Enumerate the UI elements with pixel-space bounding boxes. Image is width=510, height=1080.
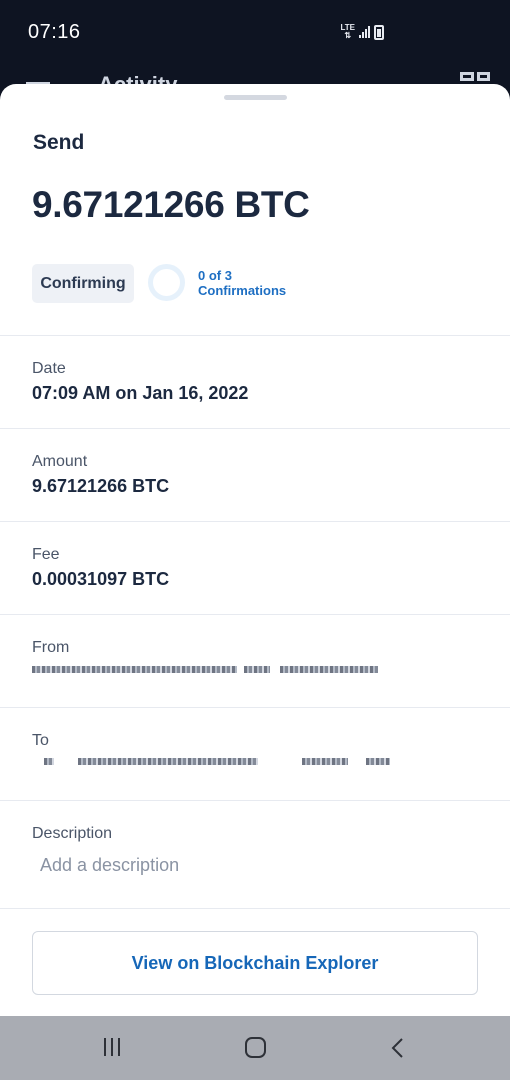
date-label: Date — [32, 360, 66, 377]
view-on-explorer-button[interactable]: View on Blockchain Explorer — [32, 931, 478, 995]
sheet-drag-handle[interactable] — [224, 95, 287, 100]
status-time: 07:16 — [28, 20, 81, 43]
from-address-redacted — [32, 666, 378, 680]
back-icon[interactable] — [386, 1036, 410, 1060]
divider — [0, 614, 510, 615]
divider — [0, 428, 510, 429]
amount-label: Amount — [32, 453, 88, 470]
description-input[interactable]: Add a description — [40, 855, 179, 876]
lte-icon: LTE ⇅ — [340, 23, 355, 40]
divider — [0, 800, 510, 801]
divider — [0, 335, 510, 336]
home-icon[interactable] — [245, 1037, 266, 1058]
description-label: Description — [32, 825, 113, 842]
divider — [0, 521, 510, 522]
fee-label: Fee — [32, 546, 60, 563]
confirmation-progress-ring — [148, 264, 185, 301]
system-nav-bar — [0, 1016, 510, 1080]
transaction-type: Send — [33, 131, 85, 154]
transaction-amount: 9.67121266 BTC — [32, 184, 310, 225]
divider — [0, 707, 510, 708]
to-label: To — [32, 732, 49, 749]
date-value: 07:09 AM on Jan 16, 2022 — [32, 383, 249, 403]
battery-charging-icon — [374, 24, 384, 40]
to-address-redacted — [32, 758, 390, 772]
status-icons: LTE ⇅ — [340, 24, 384, 40]
status-badge: Confirming — [32, 264, 134, 303]
amount-value: 9.67121266 BTC — [32, 476, 170, 496]
fee-value: 0.00031097 BTC — [32, 569, 170, 589]
divider — [0, 908, 510, 909]
confirmation-count-value: 0 of 3 — [198, 268, 232, 283]
status-bar: 07:16 LTE ⇅ — [0, 0, 510, 64]
confirmation-count: 0 of 3 Confirmations — [198, 268, 286, 298]
confirmation-count-label: Confirmations — [198, 283, 287, 298]
recents-icon[interactable] — [104, 1038, 120, 1056]
from-label: From — [32, 639, 70, 656]
signal-icon — [359, 26, 370, 38]
transaction-detail-sheet: Send 9.67121266 BTC Confirming 0 of 3 Co… — [0, 84, 510, 1016]
